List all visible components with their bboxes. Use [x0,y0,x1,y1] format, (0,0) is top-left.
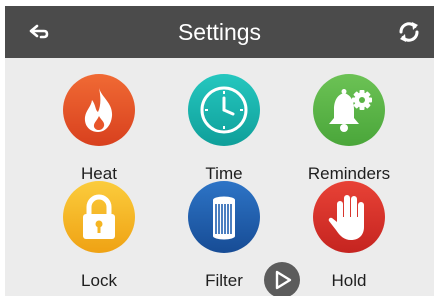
hold-tile[interactable]: Hold [294,181,404,296]
padlock-icon [63,181,135,253]
back-arrow-icon [29,24,49,39]
filter-button[interactable] [188,181,260,253]
back-button[interactable] [25,20,51,44]
clock-icon [188,74,260,146]
time-button[interactable] [188,74,260,146]
top-bar: Settings [5,6,434,58]
play-button[interactable] [264,262,300,296]
lock-label: Lock [81,271,117,290]
flame-icon [63,74,135,146]
hold-label: Hold [331,271,367,290]
heat-tile[interactable]: Heat [44,74,154,194]
play-icon [275,270,292,290]
time-tile[interactable]: Time [169,74,279,194]
bell-gear-icon [313,74,385,146]
refresh-button[interactable] [396,19,422,45]
lock-tile[interactable]: Lock [44,181,154,296]
hold-button[interactable] [313,181,385,253]
lock-button[interactable] [63,181,135,253]
filter-cartridge-icon [188,181,260,253]
page-title: Settings [177,19,262,45]
heat-button[interactable] [63,74,135,146]
settings-screen: Settings Heat Time Reminders Lock Filter… [5,6,434,296]
reminders-tile[interactable]: Reminders [294,74,404,194]
refresh-icon [399,22,419,42]
hand-icon [313,181,385,253]
filter-tile[interactable]: Filter [169,181,279,296]
reminders-button[interactable] [313,74,385,146]
